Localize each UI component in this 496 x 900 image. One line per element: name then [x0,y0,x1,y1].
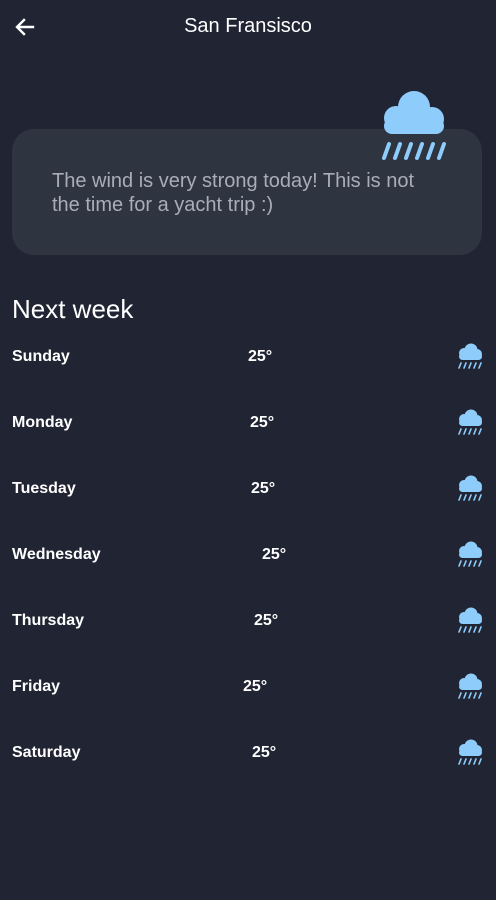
forecast-row-tuesday: Tuesday 25° [12,474,484,504]
rain-cloud-icon [382,91,446,160]
day-label: Wednesday [12,546,101,563]
rain-cloud-icon [458,673,482,699]
forecast-row-friday: Friday 25° [12,672,484,702]
temperature: 25° [262,546,287,563]
forecast-row-saturday: Saturday 25° [12,738,484,768]
temperature: 25° [250,414,275,431]
day-label: Tuesday [12,480,76,497]
temperature: 25° [248,348,273,365]
day-label: Monday [12,414,73,431]
rain-cloud-icon [458,409,482,435]
forecast-row-sunday: Sunday 25° [12,342,484,372]
day-label: Sunday [12,348,70,365]
rain-cloud-icon [458,541,482,567]
section-title: Next week [12,294,134,324]
forecast-row-wednesday: Wednesday 25° [12,540,484,570]
rain-cloud-icon [458,343,482,369]
temperature: 25° [243,678,268,695]
temperature: 25° [251,480,276,497]
rain-cloud-icon [458,739,482,765]
weather-message: The wind is very strong today! This is n… [52,170,415,216]
temperature: 25° [252,744,277,761]
day-label: Saturday [12,744,81,761]
app-bar: San Fransisco [0,0,496,54]
day-label: Thursday [12,612,85,629]
temperature: 25° [254,612,279,629]
forecast-row-monday: Monday 25° [12,408,484,438]
day-label: Friday [12,678,61,695]
rain-cloud-icon [458,607,482,633]
rain-cloud-icon [458,475,482,501]
page-title: San Fransisco [184,15,312,37]
forecast-row-thursday: Thursday 25° [12,606,484,636]
